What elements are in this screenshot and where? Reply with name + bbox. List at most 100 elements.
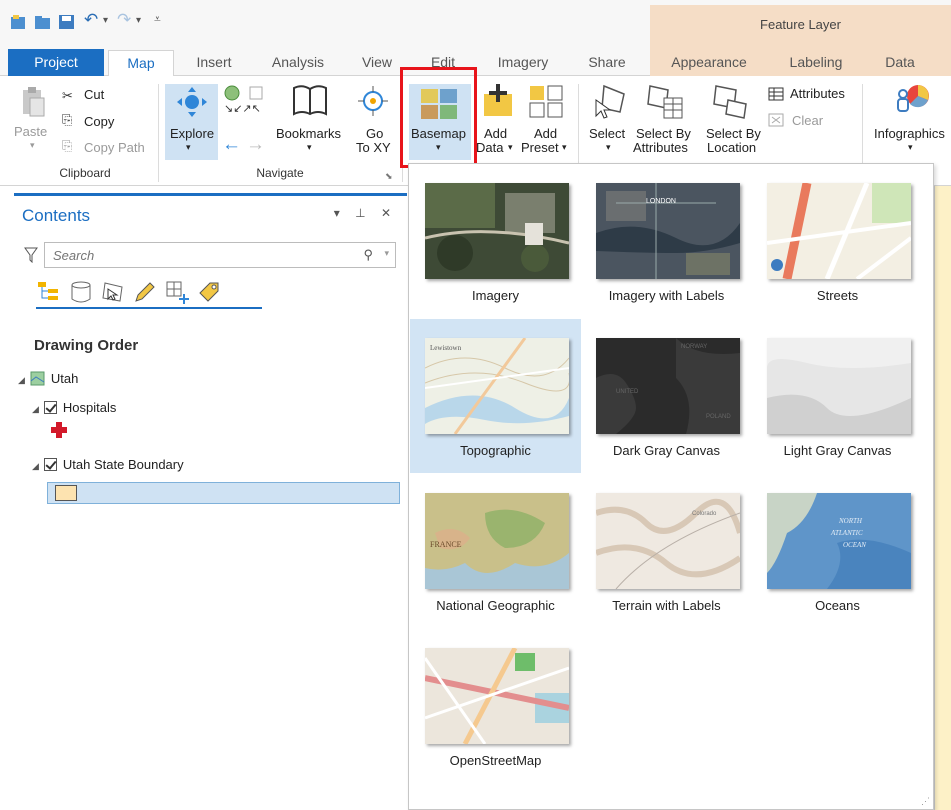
national-geographic-thumbnail: FRANCE: [425, 493, 569, 589]
tree-layer-utah-state-boundary[interactable]: ◢ Utah State Boundary: [32, 457, 184, 472]
clear-button[interactable]: Clear: [792, 113, 823, 128]
tab-map[interactable]: Map: [108, 50, 174, 77]
terrain-with-labels-thumbnail: Colorado: [596, 493, 740, 589]
select-by-attributes-button[interactable]: Attributes: [633, 140, 688, 155]
tab-project[interactable]: Project: [8, 49, 104, 76]
select-by-location-label: Select By: [706, 126, 761, 141]
select-by-location-button[interactable]: Location: [707, 140, 756, 155]
list-by-drawing-order-icon[interactable]: [36, 279, 62, 305]
basemap-label: Light Gray Canvas: [783, 443, 892, 458]
tree-layer-hospitals[interactable]: ◢ Hospitals: [32, 400, 116, 415]
undo-icon[interactable]: ↶: [84, 10, 102, 29]
previous-extent-icon[interactable]: ←: [222, 134, 241, 156]
add-preset-label: Add: [534, 126, 558, 141]
paste-label[interactable]: Paste: [14, 124, 47, 139]
basemap-oceans[interactable]: NORTH ATLANTIC OCEAN Oceans: [752, 474, 923, 628]
add-data-button[interactable]: Data: [476, 140, 503, 155]
list-by-snapping-icon[interactable]: [164, 279, 190, 305]
tab-data[interactable]: Data: [874, 52, 926, 76]
full-extent-icon[interactable]: ↘↙↗↖: [222, 84, 268, 114]
bookmarks-button[interactable]: Bookmarks: [276, 126, 341, 141]
group-separator: [158, 84, 159, 182]
tree-map-utah[interactable]: ◢ Utah: [18, 371, 78, 386]
basemap-imagery-with-labels[interactable]: LONDON Imagery with Labels: [581, 164, 752, 318]
add-data-label: Add: [484, 126, 508, 141]
collapse-icon[interactable]: ◢: [18, 375, 25, 386]
navigate-dialog-launcher-icon[interactable]: ⬊: [385, 171, 393, 182]
svg-text:NORWAY: NORWAY: [681, 344, 707, 350]
list-by-labeling-icon[interactable]: [196, 279, 222, 305]
tab-insert[interactable]: Insert: [186, 52, 242, 76]
pane-controls[interactable]: ▾ ⊥ ✕: [334, 206, 397, 220]
openstreetmap-thumbnail: [425, 648, 569, 744]
topographic-thumbnail: Lewistown: [425, 338, 569, 434]
cut-button[interactable]: Cut: [84, 87, 104, 102]
infographics-icon: [897, 85, 929, 112]
search-dropdown-icon[interactable]: ▾: [384, 248, 389, 259]
hospital-symbol-icon: [51, 422, 67, 438]
infographics-button[interactable]: Infographics: [874, 126, 945, 141]
layer-visibility-checkbox[interactable]: [43, 458, 57, 471]
boundary-symbol-row[interactable]: [47, 482, 400, 504]
tab-view[interactable]: View: [354, 52, 400, 76]
select-by-location-icon: [713, 85, 747, 119]
collapse-icon[interactable]: ◢: [32, 461, 39, 472]
svg-text:ATLANTIC: ATLANTIC: [830, 529, 863, 537]
dark-gray-canvas-thumbnail: NORWAY UNITED POLAND: [596, 338, 740, 434]
add-preset-button[interactable]: Preset: [521, 140, 559, 155]
copy-path-button[interactable]: Copy Path: [84, 140, 145, 155]
basemap-light-gray-canvas[interactable]: Light Gray Canvas: [752, 319, 923, 473]
add-data-dropdown-icon[interactable]: ▾: [508, 140, 513, 155]
redo-icon[interactable]: ↷: [117, 10, 135, 29]
save-icon[interactable]: [58, 14, 76, 30]
select-by-attributes-icon: [647, 85, 683, 119]
basemap-imagery[interactable]: Imagery: [410, 164, 581, 318]
infographics-dropdown-icon[interactable]: ▾: [908, 140, 913, 155]
list-by-editing-icon[interactable]: [132, 279, 158, 305]
paste-dropdown-icon[interactable]: ▾: [30, 138, 35, 153]
basemap-label: Dark Gray Canvas: [613, 443, 720, 458]
filter-icon[interactable]: [24, 247, 38, 263]
resize-grip-icon[interactable]: ⋰: [921, 796, 930, 807]
explore-label: Explore: [170, 126, 215, 141]
tab-imagery[interactable]: Imagery: [488, 52, 558, 76]
add-preset-dropdown-icon[interactable]: ▾: [562, 140, 567, 155]
tab-labeling[interactable]: Labeling: [778, 52, 854, 76]
search-box[interactable]: ⚲ ▾: [44, 242, 396, 268]
select-button[interactable]: Select: [589, 126, 625, 141]
basemap-openstreetmap[interactable]: OpenStreetMap: [410, 629, 581, 783]
navigate-group-label: Navigate: [256, 166, 304, 180]
select-dropdown-icon[interactable]: ▾: [606, 140, 611, 155]
basemap-streets[interactable]: Streets: [752, 164, 923, 318]
list-by-data-source-icon[interactable]: [68, 279, 94, 305]
list-by-selection-icon[interactable]: [100, 279, 126, 305]
collapse-icon[interactable]: ◢: [32, 404, 39, 415]
explore-dropdown-icon[interactable]: ▾: [186, 140, 191, 155]
basemap-terrain-with-labels[interactable]: Colorado Terrain with Labels: [581, 474, 752, 628]
customize-qat-icon[interactable]: ⩡: [154, 12, 172, 28]
tab-share[interactable]: Share: [578, 52, 636, 76]
attributes-button[interactable]: Attributes: [790, 86, 845, 101]
svg-text:OCEAN: OCEAN: [843, 541, 866, 549]
oceans-thumbnail: NORTH ATLANTIC OCEAN: [767, 493, 911, 589]
basemap-topographic[interactable]: Lewistown Topographic: [410, 319, 581, 473]
bookmarks-dropdown-icon[interactable]: ▾: [307, 140, 312, 155]
tab-analysis[interactable]: Analysis: [262, 52, 334, 76]
redo-dropdown-icon[interactable]: ▾: [136, 15, 154, 31]
to-xy-label[interactable]: To XY: [356, 140, 391, 155]
basemap-dark-gray-canvas[interactable]: NORWAY UNITED POLAND Dark Gray Canvas: [581, 319, 752, 473]
basemap-label: National Geographic: [436, 598, 555, 613]
search-icon[interactable]: ⚲: [363, 247, 373, 263]
map-name: Utah: [50, 371, 79, 386]
layer-visibility-checkbox[interactable]: [43, 401, 57, 414]
basemap-national-geographic[interactable]: FRANCE National Geographic: [410, 474, 581, 628]
paste-icon[interactable]: [20, 84, 46, 118]
go-button[interactable]: Go: [366, 126, 383, 141]
basemap-label: Imagery: [472, 288, 519, 303]
copy-button[interactable]: Copy: [84, 114, 114, 129]
new-project-icon[interactable]: [10, 14, 28, 30]
polygon-symbol-swatch[interactable]: [55, 485, 77, 501]
tab-appearance[interactable]: Appearance: [662, 52, 756, 76]
open-project-icon[interactable]: [34, 14, 52, 30]
search-input[interactable]: [45, 243, 345, 267]
